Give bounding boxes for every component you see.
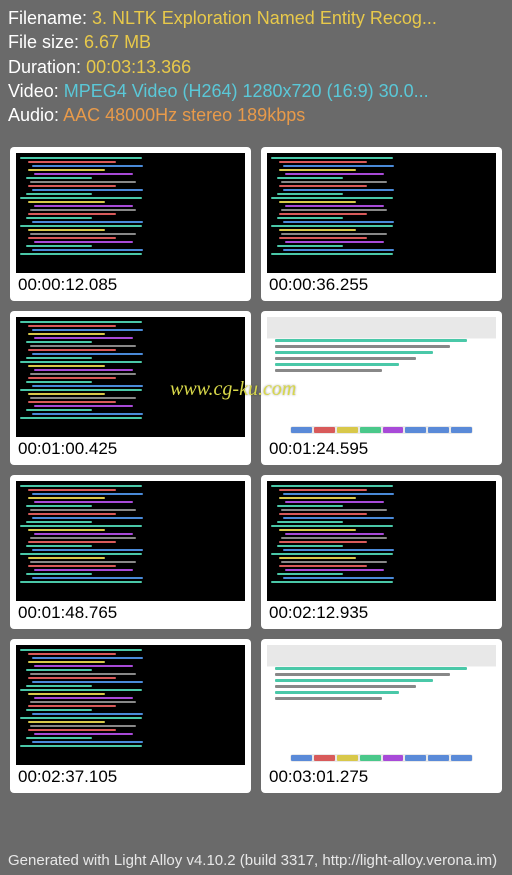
- thumbnail-card[interactable]: 00:00:36.255: [261, 147, 502, 301]
- footer-text: Generated with Light Alloy v4.10.2 (buil…: [0, 846, 512, 875]
- thumbnail-card[interactable]: 00:00:12.085: [10, 147, 251, 301]
- metadata-header: Filename: 3. NLTK Exploration Named Enti…: [0, 0, 512, 135]
- video-row: Video: MPEG4 Video (H264) 1280x720 (16:9…: [8, 79, 504, 103]
- thumbnail-image-code: [16, 153, 245, 273]
- thumbnail-frame: 00:01:48.765: [10, 475, 251, 629]
- thumbnail-card[interactable]: 00:03:01.275: [261, 639, 502, 793]
- thumbnail-image-code: [267, 153, 496, 273]
- thumbnail-grid: 00:00:12.085 00:00:36.255 00:01:00.425 00:0…: [0, 135, 512, 797]
- filename-value: 3. NLTK Exploration Named Entity Recog..…: [92, 8, 437, 28]
- thumbnail-frame: 00:01:24.595: [261, 311, 502, 465]
- thumbnail-card[interactable]: 00:01:00.425: [10, 311, 251, 465]
- duration-label: Duration:: [8, 57, 81, 77]
- thumbnail-timestamp: 00:01:48.765: [16, 601, 245, 627]
- thumbnail-image-gui: [267, 317, 496, 437]
- audio-value: AAC 48000Hz stereo 189kbps: [63, 105, 305, 125]
- thumbnail-frame: 00:00:36.255: [261, 147, 502, 301]
- video-label: Video:: [8, 81, 59, 101]
- thumbnail-frame: 00:03:01.275: [261, 639, 502, 793]
- thumbnail-frame: 00:01:00.425: [10, 311, 251, 465]
- filesize-label: File size:: [8, 32, 79, 52]
- thumbnail-timestamp: 00:01:24.595: [267, 437, 496, 463]
- thumbnail-card[interactable]: 00:02:37.105: [10, 639, 251, 793]
- duration-row: Duration: 00:03:13.366: [8, 55, 504, 79]
- thumbnail-image-code: [16, 645, 245, 765]
- filesize-value: 6.67 MB: [84, 32, 151, 52]
- thumbnail-timestamp: 00:03:01.275: [267, 765, 496, 791]
- duration-value: 00:03:13.366: [86, 57, 191, 77]
- video-value: MPEG4 Video (H264) 1280x720 (16:9) 30.0.…: [64, 81, 429, 101]
- filesize-row: File size: 6.67 MB: [8, 30, 504, 54]
- thumbnail-frame: 00:02:12.935: [261, 475, 502, 629]
- thumbnail-frame: 00:02:37.105: [10, 639, 251, 793]
- thumbnail-frame: 00:00:12.085: [10, 147, 251, 301]
- audio-row: Audio: AAC 48000Hz stereo 189kbps: [8, 103, 504, 127]
- thumbnail-card[interactable]: 00:01:48.765: [10, 475, 251, 629]
- thumbnail-card[interactable]: 00:02:12.935: [261, 475, 502, 629]
- thumbnail-timestamp: 00:02:37.105: [16, 765, 245, 791]
- thumbnail-card[interactable]: 00:01:24.595: [261, 311, 502, 465]
- filename-row: Filename: 3. NLTK Exploration Named Enti…: [8, 6, 504, 30]
- thumbnail-timestamp: 00:00:36.255: [267, 273, 496, 299]
- thumbnail-image-code: [16, 317, 245, 437]
- thumbnail-timestamp: 00:01:00.425: [16, 437, 245, 463]
- filename-label: Filename:: [8, 8, 87, 28]
- thumbnail-timestamp: 00:02:12.935: [267, 601, 496, 627]
- thumbnail-image-code: [16, 481, 245, 601]
- audio-label: Audio:: [8, 105, 59, 125]
- thumbnail-timestamp: 00:00:12.085: [16, 273, 245, 299]
- thumbnail-image-gui: [267, 645, 496, 765]
- thumbnail-image-code: [267, 481, 496, 601]
